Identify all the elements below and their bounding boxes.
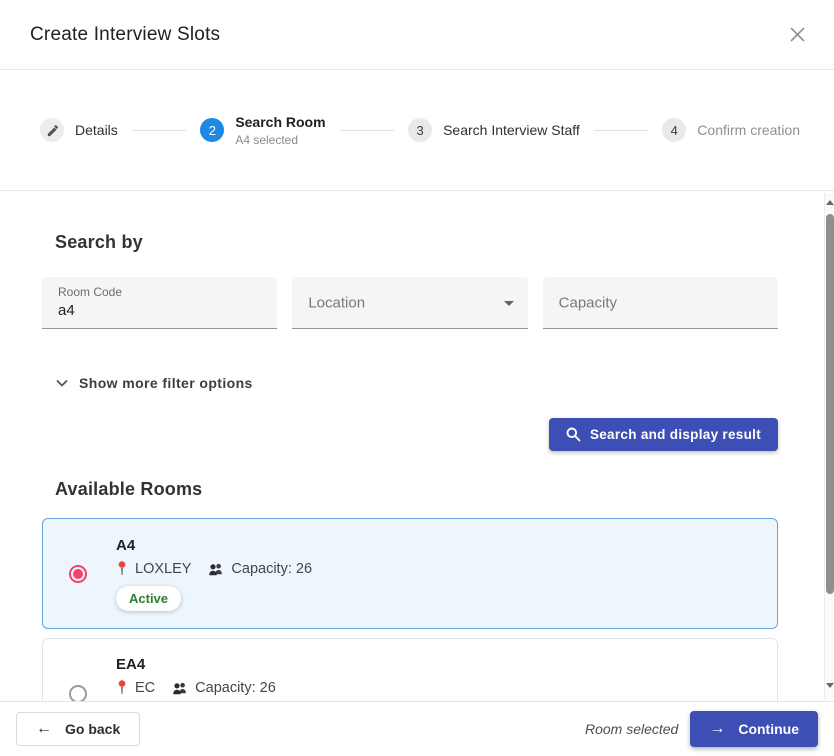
go-back-label: Go back (65, 721, 120, 737)
chevron-down-icon (504, 301, 514, 306)
location-placeholder: Location (308, 294, 365, 311)
pencil-icon (40, 118, 64, 142)
people-icon (172, 681, 188, 695)
vertical-scrollbar[interactable] (824, 193, 834, 700)
show-more-filters-label: Show more filter options (79, 375, 253, 391)
filter-fields: Room Code Location Capacity (42, 277, 778, 329)
available-rooms-heading: Available Rooms (55, 479, 778, 500)
close-icon (789, 26, 806, 43)
capacity-field[interactable]: Capacity (543, 277, 778, 329)
close-button[interactable] (786, 24, 808, 46)
step-search-room[interactable]: 2 Search Room A4 selected (200, 114, 325, 147)
room-code-label: Room Code (58, 285, 122, 299)
step-details[interactable]: Details (40, 118, 118, 142)
room-capacity: Capacity: 26 (231, 561, 312, 577)
search-button-label: Search and display result (590, 427, 761, 442)
radio-unselected-icon[interactable] (69, 685, 87, 702)
capacity-placeholder: Capacity (559, 294, 617, 311)
step-confirm-label: Confirm creation (697, 122, 800, 138)
step-4-badge: 4 (662, 118, 686, 142)
step-connector (340, 130, 395, 131)
step-search-staff-label: Search Interview Staff (443, 122, 580, 138)
room-code-input[interactable] (58, 302, 261, 319)
go-back-button[interactable]: ← Go back (16, 712, 140, 746)
room-code-field[interactable]: Room Code (42, 277, 277, 329)
dialog-body: Search by Room Code Location Capacity Sh… (0, 192, 834, 701)
scroll-down-arrow-icon[interactable] (826, 683, 834, 688)
room-selected-status: Room selected (585, 721, 678, 737)
search-by-heading: Search by (55, 232, 778, 253)
stepper: Details 2 Search Room A4 selected 3 Sear… (0, 70, 834, 191)
search-button[interactable]: Search and display result (549, 418, 778, 451)
location-pin-icon (116, 680, 128, 695)
room-capacity: Capacity: 26 (195, 680, 276, 696)
room-card-a4[interactable]: A4 LOXLEY Capacity: 26 Active (42, 518, 778, 629)
step-2-badge: 2 (200, 118, 224, 142)
location-pin-icon (116, 561, 128, 576)
search-icon (566, 427, 581, 442)
step-connector (594, 130, 649, 131)
arrow-left-icon: ← (36, 721, 52, 737)
radio-selected-icon[interactable] (69, 565, 87, 583)
room-code: EA4 (116, 656, 276, 673)
dialog-footer: ← Go back Room selected → Continue (0, 701, 834, 756)
radio-dot (73, 569, 83, 579)
status-badge: Active (116, 586, 181, 611)
step-connector (132, 130, 187, 131)
step-details-label: Details (75, 122, 118, 138)
scrollbar-thumb[interactable] (826, 214, 834, 594)
step-3-badge: 3 (408, 118, 432, 142)
people-icon (208, 562, 224, 576)
dialog-header: Create Interview Slots (0, 0, 834, 70)
continue-label: Continue (738, 721, 799, 737)
step-search-room-label: Search Room (235, 114, 325, 130)
step-search-room-sublabel: A4 selected (235, 133, 325, 147)
continue-button[interactable]: → Continue (690, 711, 818, 747)
location-select[interactable]: Location (292, 277, 527, 329)
step-confirm[interactable]: 4 Confirm creation (662, 118, 800, 142)
step-search-staff[interactable]: 3 Search Interview Staff (408, 118, 580, 142)
dialog-title: Create Interview Slots (30, 24, 220, 46)
room-location: LOXLEY (135, 561, 191, 577)
room-location: EC (135, 680, 155, 696)
arrow-right-icon: → (709, 721, 725, 737)
room-card-ea4[interactable]: EA4 EC Capacity: 26 (42, 638, 778, 701)
scroll-up-arrow-icon[interactable] (826, 200, 834, 205)
chevron-down-icon (56, 379, 68, 387)
show-more-filters-toggle[interactable]: Show more filter options (56, 375, 778, 391)
room-code: A4 (116, 537, 312, 554)
